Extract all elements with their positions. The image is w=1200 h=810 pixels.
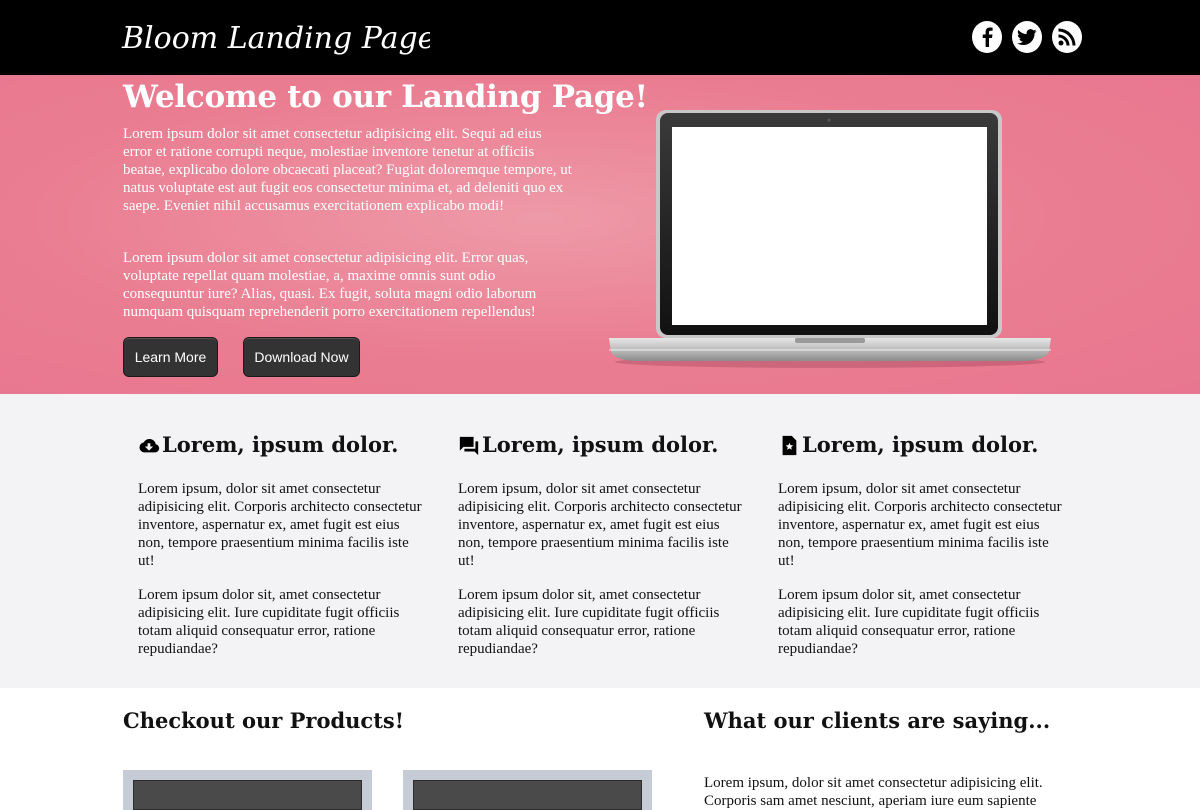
- feature-paragraph-2: Lorem ipsum dolor sit, amet consectetur …: [458, 587, 720, 657]
- feature-title: Lorem, ipsum dolor.: [138, 432, 398, 457]
- social-links: [972, 21, 1082, 53]
- product-thumbnail[interactable]: [403, 770, 652, 810]
- bottom-section: Checkout our Products! What our clients …: [0, 688, 1200, 810]
- hero-title: Welcome to our Landing Page!: [123, 79, 648, 115]
- feature-paragraph-2: Lorem ipsum dolor sit, amet consectetur …: [778, 587, 1040, 657]
- product-thumbnail[interactable]: [123, 770, 372, 810]
- logo[interactable]: Bloom Landing Page: [120, 12, 430, 67]
- feature-paragraph-1: Lorem ipsum, dolor sit amet consectetur …: [778, 481, 1062, 569]
- facebook-link[interactable]: [972, 21, 1002, 53]
- facebook-icon: [982, 27, 993, 47]
- feature-title: Lorem, ipsum dolor.: [458, 432, 718, 457]
- feature-paragraph-1: Lorem ipsum, dolor sit amet consectetur …: [458, 481, 742, 569]
- hero-section: Welcome to our Landing Page! Lorem ipsum…: [0, 75, 1200, 394]
- feature-title-text: Lorem, ipsum dolor.: [162, 432, 399, 457]
- rss-icon: [1058, 28, 1076, 46]
- cloud-download-icon: [139, 438, 160, 453]
- twitter-link[interactable]: [1012, 21, 1042, 53]
- file-star-icon: [782, 435, 797, 456]
- products-title: Checkout our Products!: [123, 708, 404, 733]
- twitter-icon: [1017, 28, 1037, 45]
- laptop-image: [609, 110, 1051, 368]
- logo-text: Bloom Landing Page: [121, 21, 430, 56]
- hero-paragraph-1: Lorem ipsum dolor sit amet consectetur a…: [123, 126, 572, 214]
- hero-paragraph-2: Lorem ipsum dolor sit amet consectetur a…: [123, 250, 537, 320]
- testimonial-text: Lorem ipsum, dolor sit amet consectetur …: [704, 775, 1043, 809]
- site-header: Bloom Landing Page: [0, 0, 1200, 75]
- feature-title-text: Lorem, ipsum dolor.: [802, 432, 1039, 457]
- learn-more-button[interactable]: Learn More: [123, 337, 218, 377]
- chat-bubbles-icon: [459, 436, 479, 456]
- feature-title-text: Lorem, ipsum dolor.: [482, 432, 719, 457]
- features-section: Lorem, ipsum dolor. Lorem ipsum, dolor s…: [0, 394, 1200, 688]
- feature-paragraph-2: Lorem ipsum dolor sit, amet consectetur …: [138, 587, 400, 657]
- rss-link[interactable]: [1052, 21, 1082, 53]
- feature-paragraph-1: Lorem ipsum, dolor sit amet consectetur …: [138, 481, 422, 569]
- download-now-button[interactable]: Download Now: [243, 337, 360, 377]
- clients-title: What our clients are saying...: [704, 708, 1051, 733]
- feature-title: Lorem, ipsum dolor.: [778, 432, 1038, 457]
